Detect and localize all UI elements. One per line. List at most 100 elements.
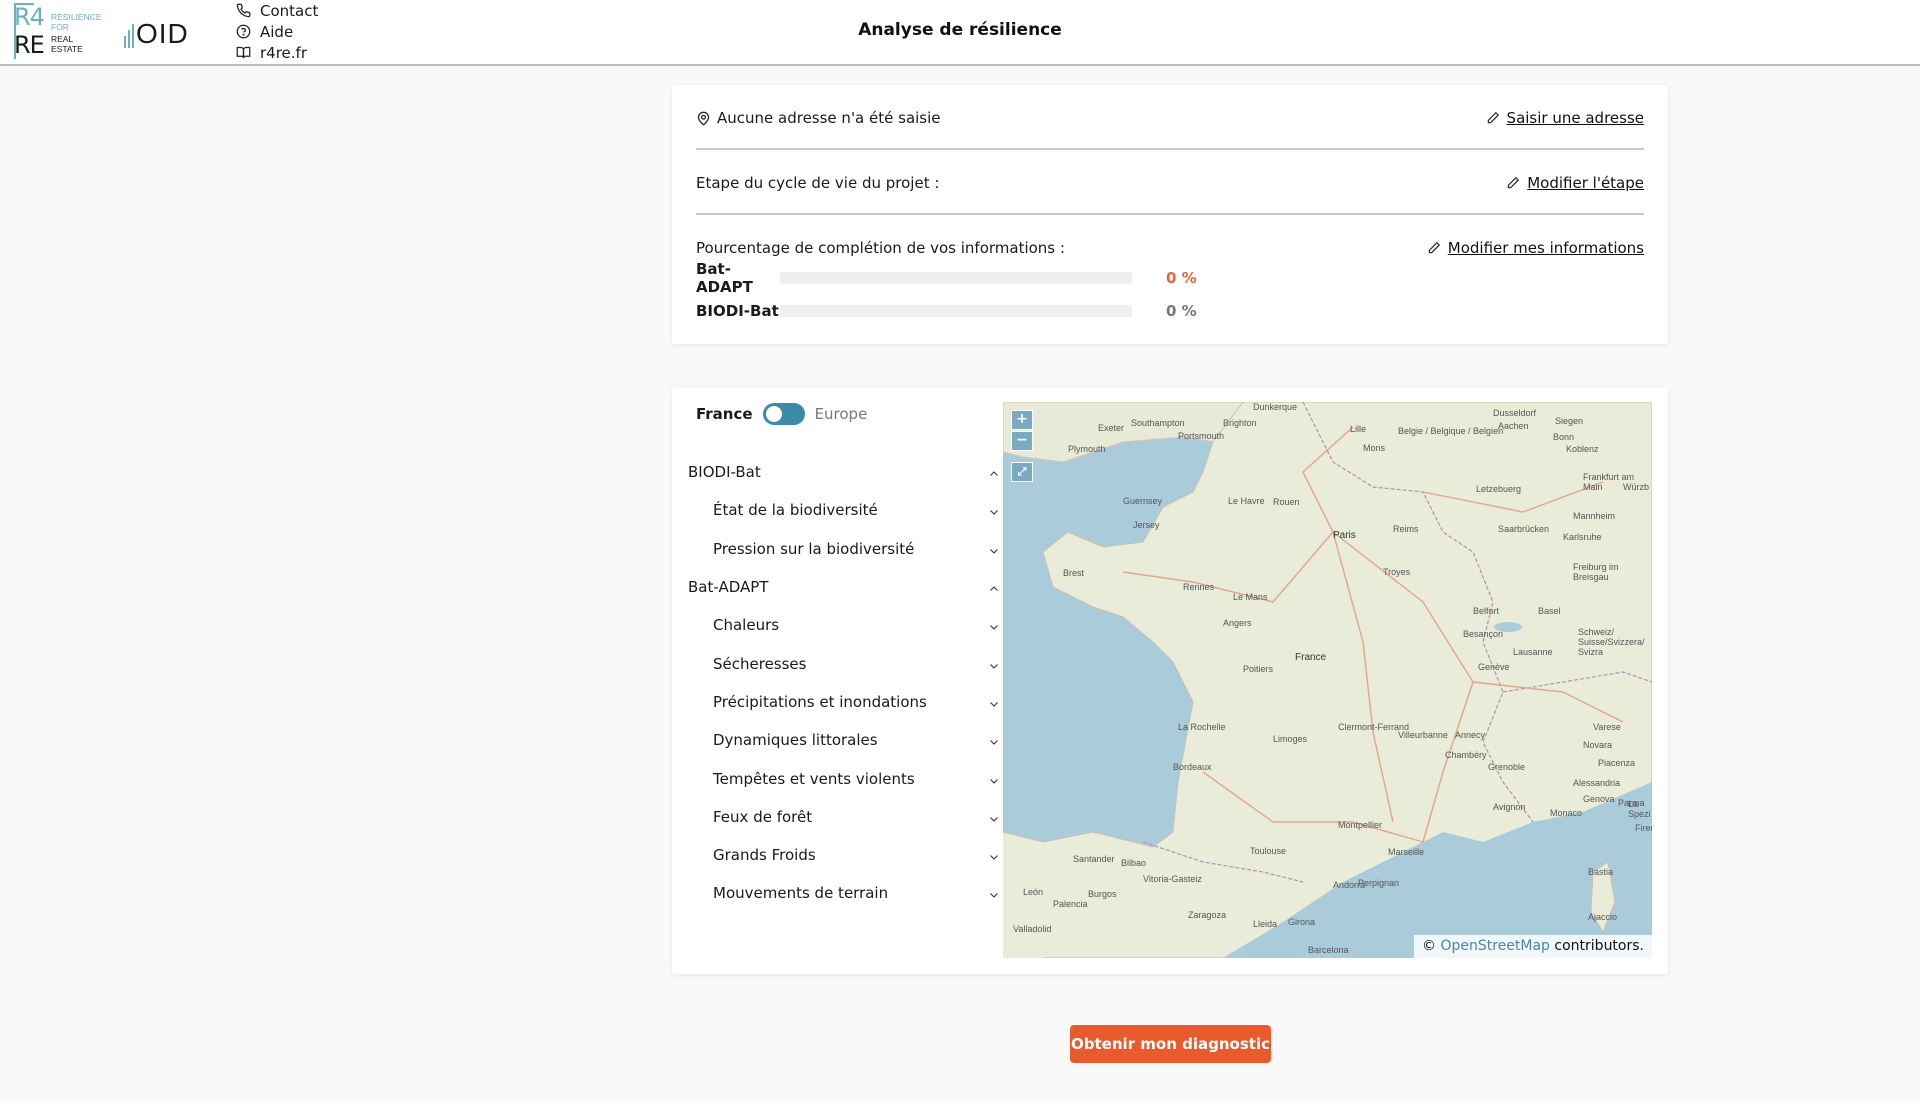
address-status: Aucune adresse n'a été saisie bbox=[696, 109, 941, 127]
map-place-label: Brest bbox=[1063, 568, 1085, 578]
map-place-label: Piacenza bbox=[1598, 758, 1636, 768]
pencil-icon bbox=[1487, 111, 1499, 124]
layer-group[interactable]: BIODI-Bat bbox=[688, 453, 1000, 491]
map-place-label: Bastia bbox=[1588, 867, 1614, 877]
layer-item[interactable]: Feux de forêt bbox=[688, 798, 1000, 836]
map-place-label: Schweiz/ Suisse/Svizzera/ Svizra bbox=[1578, 627, 1645, 657]
layer-item[interactable]: Tempêtes et vents violents bbox=[688, 759, 1000, 797]
book-open-icon bbox=[236, 46, 251, 59]
progress-value: 0 % bbox=[1166, 269, 1197, 287]
layer-item[interactable]: Sécheresses bbox=[688, 644, 1000, 682]
layer-item-label: État de la biodiversité bbox=[713, 501, 878, 520]
map-place-label: La Rochelle bbox=[1178, 722, 1226, 732]
website-link[interactable]: r4re.fr bbox=[236, 42, 318, 63]
divider bbox=[696, 148, 1644, 150]
enter-address-link[interactable]: Saisir une adresse bbox=[1486, 109, 1644, 127]
map-pin-icon bbox=[697, 111, 710, 126]
map-place-label: Karlsruhe bbox=[1563, 532, 1602, 542]
map-place-label: Dusseldorf bbox=[1493, 408, 1537, 418]
map-place-label: Novara bbox=[1583, 740, 1613, 750]
address-row: Aucune adresse n'a été saisie Saisir une… bbox=[696, 103, 1644, 133]
layer-item[interactable]: Grands Froids bbox=[688, 836, 1000, 874]
map-background bbox=[1003, 402, 1652, 958]
progress-label: BIODI-Bat bbox=[696, 302, 779, 320]
map-place-label: Chambéry bbox=[1445, 750, 1487, 760]
progress-track bbox=[780, 272, 1132, 284]
map-place-label: Reims bbox=[1393, 524, 1419, 534]
map-place-label: Genova bbox=[1583, 794, 1615, 804]
map-place-label: Avignon bbox=[1493, 802, 1526, 812]
osm-link[interactable]: OpenStreetMap bbox=[1440, 938, 1549, 954]
map-place-label: Angers bbox=[1223, 618, 1252, 628]
map-place-label: Lleida bbox=[1253, 919, 1278, 929]
map-view[interactable]: Dunkerque Lille Dusseldorf Siegen Aachen Bonn… bbox=[1003, 402, 1652, 958]
layer-item[interactable]: Pression sur la biodiversité bbox=[688, 530, 1000, 568]
map-place-label: Varese bbox=[1593, 722, 1621, 732]
address-status-text: Aucune adresse n'a été saisie bbox=[717, 109, 941, 127]
map-place-label: Poitiers bbox=[1243, 664, 1274, 674]
map-place-label: Dunkerque bbox=[1253, 402, 1298, 412]
layer-item-label: Feux de forêt bbox=[713, 807, 813, 826]
map-place-label: Villeurbanne bbox=[1398, 730, 1448, 740]
map-place-label: Southampton bbox=[1131, 418, 1185, 428]
map-place-label: Montpellier bbox=[1338, 820, 1383, 830]
switch-knob bbox=[765, 406, 782, 422]
map-place-label: Le Havre bbox=[1228, 496, 1265, 506]
attribution-suffix: contributors. bbox=[1554, 938, 1644, 954]
chevron-up-icon bbox=[988, 466, 1000, 478]
map-place-label: Girona bbox=[1288, 917, 1316, 927]
chevron-down-icon bbox=[988, 543, 1000, 555]
layer-item[interactable]: Dynamiques littorales bbox=[688, 721, 1000, 759]
layer-item-label: Sécheresses bbox=[713, 654, 807, 673]
map-place-label: Besançon bbox=[1463, 629, 1504, 639]
layers-map-card: France Europe BIODI-Bat État de la biodiv… bbox=[672, 387, 1668, 974]
map-place-label: Le Mans bbox=[1233, 592, 1268, 602]
map-place-label: Würzb bbox=[1623, 482, 1650, 492]
map-place-label: Lausanne bbox=[1513, 647, 1553, 657]
chevron-down-icon bbox=[988, 696, 1000, 708]
layer-group-label: Bat-ADAPT bbox=[688, 578, 769, 597]
map-place-label: Siegen bbox=[1555, 416, 1584, 426]
edit-step-label: Modifier l'étape bbox=[1527, 174, 1644, 192]
map-place-label: Letzebuerg bbox=[1476, 484, 1522, 494]
layer-item[interactable]: Mouvements de terrain bbox=[688, 874, 1000, 912]
layer-item[interactable]: Précipitations et inondations bbox=[688, 683, 1000, 721]
map-place-label: Palencia bbox=[1053, 899, 1088, 909]
map-attribution: © OpenStreetMap contributors. bbox=[1414, 935, 1652, 958]
region-switch[interactable] bbox=[762, 403, 805, 425]
layer-item-label: Grands Froids bbox=[713, 846, 816, 865]
zoom-in-button[interactable]: + bbox=[1011, 410, 1033, 430]
map-place-label: Genève bbox=[1478, 662, 1510, 672]
progress-biodi-bat: BIODI-Bat 0 % bbox=[696, 301, 1197, 321]
pencil-icon bbox=[1428, 241, 1440, 254]
map-place-label: Bilbao bbox=[1121, 858, 1147, 868]
toggle-label-france: France bbox=[696, 405, 753, 423]
map-place-label: Brighton bbox=[1223, 418, 1257, 428]
map-place-label: Paris bbox=[1333, 530, 1356, 541]
completion-row: Pourcentage de complétion de vos informa… bbox=[696, 233, 1644, 263]
map-place-label: Firen bbox=[1635, 823, 1652, 833]
edit-step-link[interactable]: Modifier l'étape bbox=[1506, 174, 1644, 192]
layer-group[interactable]: Bat-ADAPT bbox=[688, 568, 1000, 606]
layer-item[interactable]: État de la biodiversité bbox=[688, 491, 1000, 529]
enter-address-label: Saisir une adresse bbox=[1506, 109, 1644, 127]
zoom-out-button[interactable]: − bbox=[1011, 431, 1033, 451]
progress-value: 0 % bbox=[1166, 302, 1197, 320]
divider bbox=[696, 213, 1644, 215]
chevron-down-icon bbox=[988, 619, 1000, 631]
map-place-label: Freiburg im Breisgau bbox=[1573, 562, 1619, 582]
layer-item-label: Mouvements de terrain bbox=[713, 884, 889, 903]
map-place-label: Saarbrücken bbox=[1498, 524, 1550, 534]
edit-info-label: Modifier mes informations bbox=[1447, 239, 1644, 257]
chevron-down-icon bbox=[988, 504, 1000, 516]
layer-item[interactable]: Chaleurs bbox=[688, 606, 1000, 644]
map-place-label: Troyes bbox=[1383, 567, 1411, 577]
fullscreen-button[interactable]: ⤢ bbox=[1011, 462, 1033, 482]
contact-link[interactable]: Contact bbox=[236, 0, 318, 21]
pencil-icon bbox=[1507, 176, 1520, 189]
get-diagnostic-button[interactable]: Obtenir mon diagnostic bbox=[1070, 1025, 1271, 1063]
edit-info-link[interactable]: Modifier mes informations bbox=[1427, 239, 1644, 257]
map-place-label: Limoges bbox=[1273, 734, 1308, 744]
progress-track bbox=[780, 305, 1132, 317]
map-place-label: Toulouse bbox=[1250, 846, 1287, 856]
